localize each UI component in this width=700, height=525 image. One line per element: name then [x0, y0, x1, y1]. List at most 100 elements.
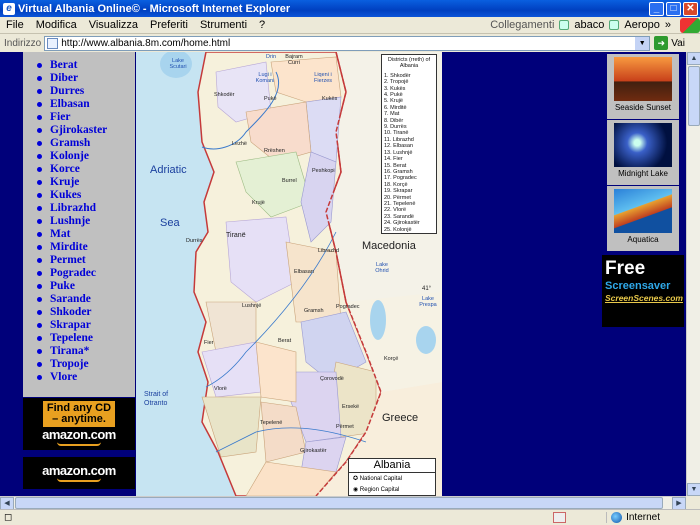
minimize-button[interactable]: _ — [649, 1, 664, 16]
map-key-title: Albania — [349, 459, 435, 473]
water-lake-prespa: Lake Prespa — [419, 296, 437, 308]
town-shkoder: Shkodër — [214, 92, 235, 98]
dot-icon: ◉ — [353, 487, 359, 493]
nav-link-tropoje[interactable]: Tropoje — [37, 358, 135, 371]
lake-prespa — [416, 326, 436, 354]
label-macedonia: Macedonia — [362, 240, 416, 252]
free-text: Free — [605, 258, 646, 279]
coord-41: 41° — [422, 286, 432, 292]
windows-logo-icon — [680, 17, 700, 33]
menu-modifica[interactable]: Modifica — [30, 19, 83, 31]
scroll-down-icon[interactable]: ▼ — [687, 483, 700, 496]
nav-link-kolonje[interactable]: Kolonje — [37, 150, 135, 163]
nav-link-shkoder[interactable]: Shkoder — [37, 306, 135, 319]
maximize-button[interactable]: □ — [666, 1, 681, 16]
link-aeropo[interactable]: Aeropo — [624, 19, 659, 31]
amazon-logo-2: amazon.com — [42, 463, 116, 478]
screensaver-seaside-sunset[interactable]: Seaside Sunset — [607, 54, 679, 119]
screensaver-caption: Midnight Lake — [618, 169, 668, 178]
menu-file[interactable]: File — [0, 19, 30, 31]
links-toolbar: Collegamenti abaco Aeropo » — [490, 17, 700, 33]
menu-strumenti[interactable]: Strumenti — [194, 19, 253, 31]
screensaver-aquatica[interactable]: Aquatica — [607, 186, 679, 251]
nav-link-elbasan[interactable]: Elbasan — [37, 98, 135, 111]
status-bar: ◻ Internet — [0, 509, 700, 525]
menu-visualizza[interactable]: Visualizza — [83, 19, 144, 31]
zone-label: Internet — [626, 512, 660, 523]
label-sea: Sea — [160, 217, 180, 229]
nav-link-pogradec[interactable]: Pogradec — [37, 267, 135, 280]
link-icon — [609, 20, 620, 30]
label-strait-otranto: Strait of Otranto — [144, 391, 169, 407]
town-corovode: Çorovodë — [320, 376, 344, 382]
amazon-smile-icon — [57, 442, 101, 446]
page-done-icon: ◻ — [4, 512, 13, 523]
screensaver-midnight-lake[interactable]: Midnight Lake — [607, 120, 679, 185]
address-input[interactable] — [61, 37, 636, 49]
town-berat: Berat — [278, 338, 292, 344]
town-lezhe: Lezhë — [232, 141, 247, 147]
vertical-scrollbar[interactable]: ▲ ▼ — [686, 52, 700, 496]
nav-link-kruje[interactable]: Kruje — [37, 176, 135, 189]
nav-link-gramsh[interactable]: Gramsh — [37, 137, 135, 150]
browser-window: e Virtual Albania Online© - Microsoft In… — [0, 0, 700, 525]
nav-link-permet[interactable]: Permet — [37, 254, 135, 267]
label-greece: Greece — [382, 412, 419, 424]
menu-bar: File Modifica Visualizza Preferiti Strum… — [0, 17, 700, 34]
town-fier: Fier — [204, 340, 214, 346]
nav-link-sarande[interactable]: Sarande — [37, 293, 135, 306]
nav-link-tepelene[interactable]: Tepelene — [37, 332, 135, 345]
district-berat — [255, 341, 297, 403]
nav-link-lushnje[interactable]: Lushnje — [37, 215, 135, 228]
link-icon — [559, 20, 570, 30]
security-icon — [553, 512, 567, 523]
free-screensaver-banner[interactable]: Free Screensaver ScreenScenes.com — [602, 255, 684, 327]
nav-link-vlore[interactable]: Vlore — [37, 371, 135, 384]
zone-indicator: Internet — [606, 512, 700, 523]
nav-link-durres[interactable]: Durres — [37, 85, 135, 98]
menu-preferiti[interactable]: Preferiti — [144, 19, 194, 31]
map-key: Albania ✪ National Capital ◉ Region Capi… — [348, 458, 436, 496]
district-nav: Berat Diber Durres Elbasan Fier Gjirokas… — [23, 52, 135, 397]
nav-link-puke[interactable]: Puke — [37, 280, 135, 293]
town-rreshen: Rrëshen — [264, 148, 285, 154]
amazon-logo-banner[interactable]: amazon.com — [23, 457, 135, 489]
amazon-logo: amazon.com — [42, 427, 116, 442]
menu-help[interactable]: ? — [253, 19, 271, 31]
vertical-scroll-thumb[interactable] — [688, 66, 700, 126]
town-bajram-curri: Bajram Curri — [285, 54, 303, 66]
nav-link-skrapar[interactable]: Skrapar — [37, 319, 135, 332]
screensaver-column: Seaside Sunset Midnight Lake Aquatica Fr… — [600, 52, 686, 496]
page-viewport: Berat Diber Durres Elbasan Fier Gjirokas… — [0, 52, 686, 496]
ie-icon: e — [3, 2, 15, 15]
key-region-capital: Region Capital — [359, 487, 400, 493]
scroll-up-icon[interactable]: ▲ — [687, 52, 700, 65]
screensaver-text: Screensaver — [605, 280, 671, 292]
albania-map[interactable]: Adriatic Sea Strait of Otranto Macedonia… — [136, 52, 442, 496]
horizontal-scroll-thumb[interactable] — [15, 497, 663, 509]
water-drin: Drin — [266, 54, 277, 60]
links-chevron[interactable]: » — [665, 19, 671, 31]
town-puke: Pukë — [264, 96, 277, 102]
nav-link-mat[interactable]: Mat — [37, 228, 135, 241]
amazon-cd-banner[interactable]: Find any CD – anytime. amazon.com — [23, 398, 135, 450]
go-button[interactable]: ➜ Vai — [654, 36, 685, 50]
nav-link-berat[interactable]: Berat — [37, 59, 135, 72]
nav-link-tirana[interactable]: Tirana* — [37, 345, 135, 358]
address-field[interactable]: ▼ — [44, 35, 651, 51]
nav-link-diber[interactable]: Diber — [37, 72, 135, 85]
nav-link-kukes[interactable]: Kukes — [37, 189, 135, 202]
link-abaco[interactable]: abaco — [574, 19, 604, 31]
horizontal-scrollbar[interactable]: ◀ ▶ — [0, 496, 686, 510]
close-button[interactable]: ✕ — [683, 1, 698, 16]
town-durres: Durrës — [186, 238, 203, 244]
midnight-lake-thumbnail — [614, 123, 672, 167]
nav-link-korce[interactable]: Korce — [37, 163, 135, 176]
nav-link-gjirokaster[interactable]: Gjirokaster — [37, 124, 135, 137]
nav-link-mirdite[interactable]: Mirdite — [37, 241, 135, 254]
title-bar: e Virtual Albania Online© - Microsoft In… — [0, 0, 700, 17]
nav-link-fier[interactable]: Fier — [37, 111, 135, 124]
address-dropdown-icon[interactable]: ▼ — [635, 36, 650, 50]
nav-link-librazhd[interactable]: Librazhd — [37, 202, 135, 215]
town-gjirokaster: Gjirokastër — [300, 448, 327, 454]
